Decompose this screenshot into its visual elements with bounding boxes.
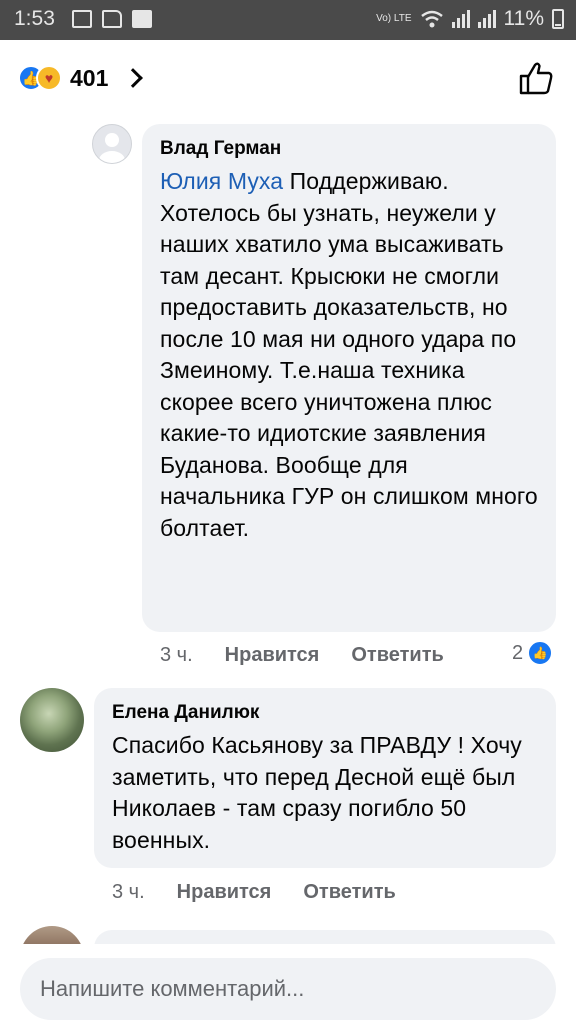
signal-icon: [451, 10, 470, 28]
reply-link[interactable]: Ответить: [351, 644, 443, 667]
comment-text: Юлия Муха Поддерживаю. Хотелось бы узнат…: [160, 166, 538, 544]
volte-label: Vo) LTE: [376, 13, 412, 24]
avatar[interactable]: [20, 688, 84, 752]
comment-text: Спасибо Касьянову за ПРАВДУ ! Хочу замет…: [112, 732, 522, 853]
like-link[interactable]: Нравится: [225, 644, 320, 667]
wifi-icon: [420, 10, 443, 28]
status-bar: 1:53 Vo) LTE 11%: [0, 0, 576, 40]
comments-sheet: 👍 ♥ 401 Влад Герман Юлия Муха Поддержива…: [0, 40, 576, 1024]
battery-percent: 11%: [503, 7, 544, 30]
comment-author[interactable]: Елена Данилюк: [112, 702, 538, 724]
like-link[interactable]: Нравится: [177, 881, 272, 904]
comment-actions: 3 ч. Нравится Ответить: [160, 644, 444, 667]
checkbox-icon: [132, 10, 152, 28]
reactions-summary[interactable]: 👍 ♥ 401: [18, 64, 144, 92]
comment-reactions[interactable]: 2 👍: [512, 640, 554, 666]
composer-bar: Напишите комментарий...: [0, 944, 576, 1024]
comment-body: Поддерживаю. Хотелось бы узнать, неужели…: [160, 168, 538, 541]
signal-icon-2: [477, 10, 496, 28]
chevron-right-icon: [123, 68, 144, 88]
comment-bubble: Влад Герман Юлия Муха Поддерживаю. Хотел…: [142, 124, 556, 632]
reaction-count: 401: [70, 64, 109, 91]
mention-link[interactable]: Юлия Муха: [160, 168, 283, 194]
comment-actions: 3 ч. Нравится Ответить: [112, 881, 396, 904]
comment-time[interactable]: 3 ч.: [160, 644, 193, 667]
status-time: 1:53: [14, 7, 55, 30]
like-button-icon[interactable]: [518, 60, 554, 96]
comment-bubble: Елена Данилюк Спасибо Касьянову за ПРАВД…: [94, 688, 556, 868]
comment-reaction-count: 2: [512, 641, 524, 664]
comment-input[interactable]: Напишите комментарий...: [20, 958, 556, 1020]
comment-time[interactable]: 3 ч.: [112, 881, 145, 904]
avatar[interactable]: [92, 124, 132, 164]
battery-icon: [552, 9, 564, 29]
folder-icon: [102, 10, 122, 28]
care-reaction-icon: ♥: [36, 65, 62, 91]
gallery-icon: [72, 10, 92, 28]
reply-link[interactable]: Ответить: [303, 881, 395, 904]
comment-input-placeholder: Напишите комментарий...: [40, 976, 305, 1001]
like-reaction-icon: 👍: [527, 640, 554, 666]
comment-author[interactable]: Влад Герман: [160, 138, 538, 160]
